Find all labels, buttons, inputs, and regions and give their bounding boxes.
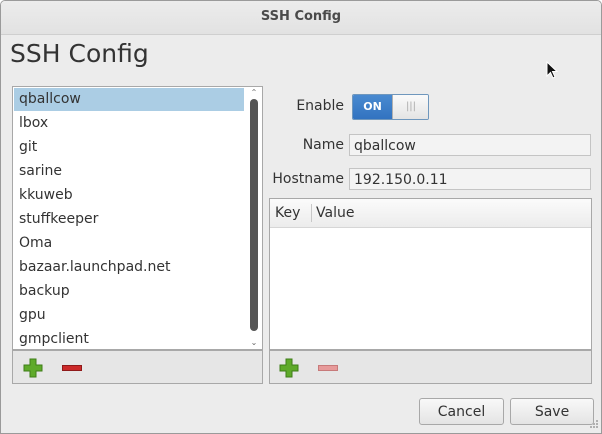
host-list-item[interactable]: gmpclient [14, 328, 244, 351]
host-list-item[interactable]: bazaar.launchpad.net [14, 256, 244, 279]
add-option-icon[interactable] [279, 358, 299, 378]
hostname-field[interactable]: 192.150.0.11 [349, 168, 591, 190]
name-label: Name [302, 137, 344, 153]
pointer-cursor-icon [546, 61, 559, 79]
scroll-up-icon[interactable]: ⌃ [249, 89, 259, 97]
host-list-item[interactable]: sarine [14, 160, 244, 183]
cancel-button[interactable]: Cancel [419, 398, 504, 425]
host-list-item[interactable]: gpu [14, 304, 244, 327]
column-header-key[interactable]: Key [275, 205, 300, 221]
page-title: SSH Config [10, 39, 149, 68]
options-toolbar [269, 350, 592, 384]
ssh-config-window: SSH Config SSH Config qballcow lbox git … [0, 0, 602, 434]
host-list-item[interactable]: Oma [14, 232, 244, 255]
host-list-item[interactable]: backup [14, 280, 244, 303]
host-list-item[interactable]: stuffkeeper [14, 208, 244, 231]
enable-toggle[interactable]: ON ||| [352, 94, 429, 120]
column-divider[interactable] [311, 204, 312, 222]
enable-label: Enable [296, 98, 344, 114]
host-list-item[interactable]: git [14, 136, 244, 159]
host-list[interactable]: qballcow lbox git sarine kkuweb stuffkee… [12, 86, 263, 350]
save-button[interactable]: Save [510, 398, 594, 425]
options-table[interactable]: Key Value [269, 198, 592, 350]
remove-option-icon[interactable] [318, 365, 338, 371]
options-table-header: Key Value [270, 199, 591, 228]
scrollbar-thumb[interactable] [250, 99, 258, 331]
host-list-item[interactable]: kkuweb [14, 184, 244, 207]
toggle-state: ON [353, 95, 392, 119]
host-list-item[interactable]: qballcow [14, 88, 244, 111]
column-header-value[interactable]: Value [316, 205, 354, 221]
toggle-knob-grip-icon[interactable]: ||| [392, 95, 428, 119]
remove-host-icon[interactable] [62, 365, 82, 371]
host-list-scrollbar[interactable]: ⌃ ⌄ [248, 89, 260, 347]
name-field[interactable]: qballcow [349, 134, 591, 156]
add-host-icon[interactable] [23, 358, 43, 378]
resize-grip-icon[interactable] [587, 419, 599, 431]
scroll-down-icon[interactable]: ⌄ [249, 339, 259, 347]
host-list-toolbar [12, 350, 263, 384]
window-title: SSH Config [260, 9, 342, 24]
hostname-label: Hostname [272, 171, 344, 187]
title-bar[interactable]: SSH Config [1, 1, 601, 35]
host-list-item[interactable]: lbox [14, 112, 244, 135]
